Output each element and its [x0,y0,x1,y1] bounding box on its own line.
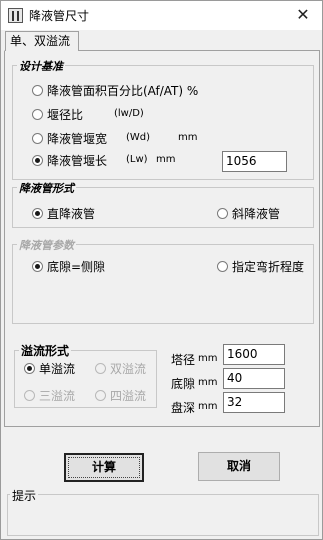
bottom-gap-label: 底隙=侧隙 [47,260,106,274]
radio-inclined-downcomer[interactable] [217,208,228,219]
triple-overflow-label: 三溢流 [39,389,76,403]
tray-depth-unit: mm [198,401,218,412]
option-weir-width-label: 降液管堰宽 [47,132,108,146]
bottom-gap-size-unit: mm [198,377,218,388]
diameter-input[interactable]: 1600 [223,344,285,365]
tab-divider [79,50,320,51]
hint-group: 提示 [7,487,319,536]
title-bar[interactable]: 降液管尺寸 ✕ [1,1,322,30]
radio-double-overflow[interactable] [95,363,106,374]
tray-depth-input[interactable]: 32 [223,392,285,413]
tab-single-double-overflow[interactable]: 单、双溢流 [5,31,79,51]
radio-area-percent[interactable] [32,85,43,96]
window-title: 降液管尺寸 [29,9,90,23]
bottom-gap-size-label: 底隙 [171,377,196,391]
diameter-unit: mm [198,353,218,364]
bend-degree-label: 指定弯折程度 [232,260,305,274]
radio-quad-overflow[interactable] [95,390,106,401]
double-overflow-label: 双溢流 [110,362,147,376]
radio-bend-degree[interactable] [217,261,228,272]
weir-length-input[interactable]: 1056 [222,151,287,172]
downcomer-form-title: 降液管形式 [17,180,76,196]
inclined-downcomer-label: 斜降液管 [232,207,281,221]
downcomer-params-group: 降液管参数 底隙=侧隙 指定弯折程度 [12,237,314,324]
downcomer-params-title: 降液管参数 [17,237,76,253]
option-weir-length-unit: (Lw) [126,154,148,165]
diameter-label: 塔径 [171,353,196,367]
app-icon [8,8,23,23]
radio-weir-width[interactable] [32,133,43,144]
radio-weir-ratio[interactable] [32,109,43,120]
radio-single-overflow[interactable] [24,363,35,374]
option-weir-length-label: 降液管堰长 [47,154,108,168]
option-weir-ratio-label: 堰径比 [47,108,84,122]
tray-depth-label: 盘深 [171,401,196,415]
design-basis-title: 设计基准 [17,58,65,74]
single-overflow-label: 单溢流 [39,362,76,376]
design-basis-group: 设计基准 降液管面积百分比(Af/AT) % 堰径比 (lw/D) 降液管堰宽 … [12,58,314,180]
option-weir-ratio-unit: (lw/D) [114,108,144,119]
overflow-form-title: 溢流形式 [19,342,72,359]
radio-straight-downcomer[interactable] [32,208,43,219]
option-weir-width-unit: (Wd) [126,132,151,143]
option-weir-width-mm: mm [178,132,198,143]
dialog-window: 降液管尺寸 ✕ 单、双溢流 设计基准 降液管面积百分比(Af/AT) % 堰径比… [0,0,323,540]
radio-bottom-gap[interactable] [32,261,43,272]
overflow-form-group: 溢流形式 单溢流 双溢流 三溢流 四溢流 [14,342,157,408]
cancel-button[interactable]: 取消 [198,452,280,481]
hint-title: 提示 [10,487,39,504]
option-area-percent-label: 降液管面积百分比(Af/AT) % [47,84,199,98]
straight-downcomer-label: 直降液管 [47,207,96,221]
close-button[interactable]: ✕ [292,4,314,26]
bottom-gap-input[interactable]: 40 [223,368,285,389]
calculate-button[interactable]: 计算 [64,453,144,482]
quad-overflow-label: 四溢流 [110,389,147,403]
radio-triple-overflow[interactable] [24,390,35,401]
radio-weir-length[interactable] [32,155,43,166]
downcomer-form-group: 降液管形式 直降液管 斜降液管 [12,180,314,228]
option-weir-length-mm: mm [156,154,176,165]
